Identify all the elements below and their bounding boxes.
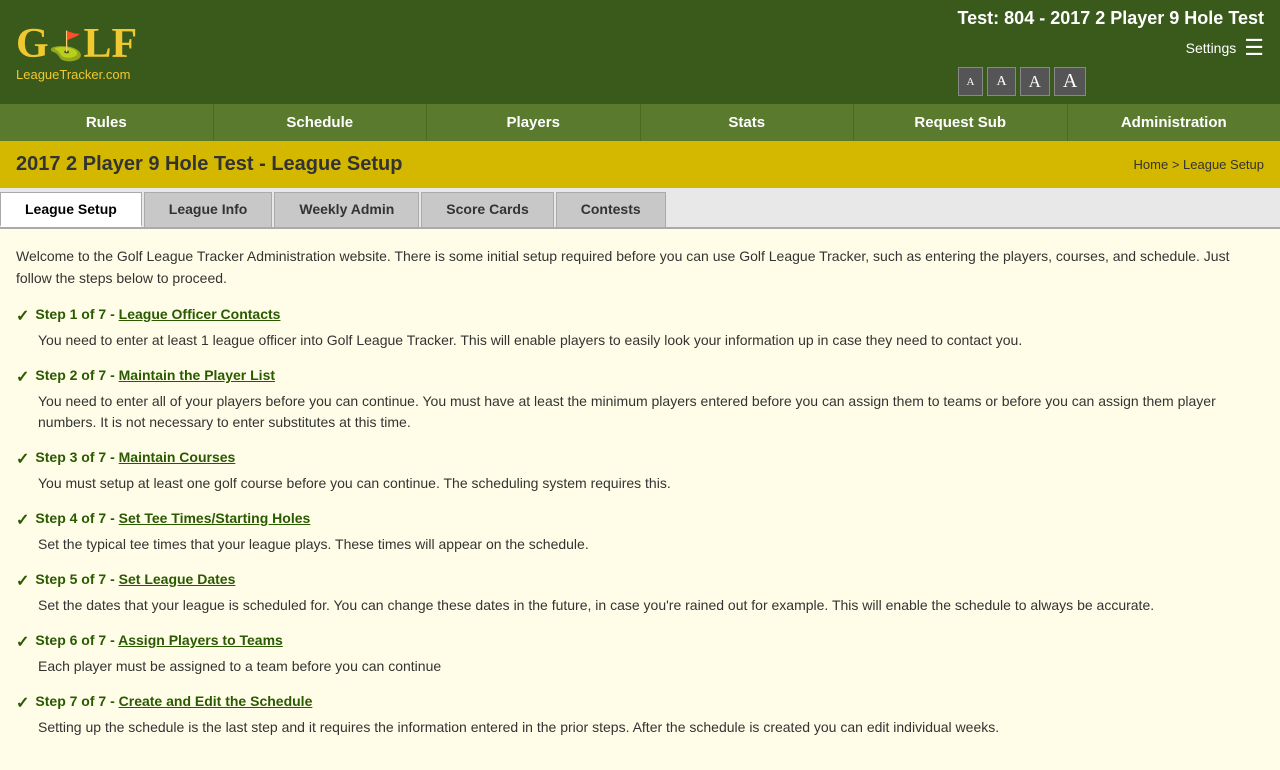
- nav-administration[interactable]: Administration: [1068, 104, 1280, 141]
- logo-sub: LeagueTracker.com: [16, 67, 137, 82]
- step-5-link[interactable]: Set League Dates: [119, 571, 236, 587]
- step-1-label: Step 1 of 7 - League Officer Contacts: [35, 306, 280, 322]
- step-6-desc: Each player must be assigned to a team b…: [38, 656, 1264, 677]
- step-1-checkmark: ✓: [16, 306, 29, 326]
- step-4-desc: Set the typical tee times that your leag…: [38, 534, 1264, 555]
- step-7-checkmark: ✓: [16, 693, 29, 713]
- step-7-title: ✓ Step 7 of 7 - Create and Edit the Sche…: [16, 693, 1264, 713]
- step-2-link[interactable]: Maintain the Player List: [119, 367, 275, 383]
- step-1-desc: You need to enter at least 1 league offi…: [38, 330, 1264, 351]
- font-small-button[interactable]: A: [958, 67, 984, 96]
- tab-contests[interactable]: Contests: [556, 192, 666, 227]
- step-3-label: Step 3 of 7 - Maintain Courses: [35, 449, 235, 465]
- intro-text: Welcome to the Golf League Tracker Admin…: [16, 245, 1264, 290]
- header: G⛳LF LeagueTracker.com Test: 804 - 2017 …: [0, 0, 1280, 104]
- page-title: 2017 2 Player 9 Hole Test - League Setup: [16, 153, 402, 176]
- nav-request-sub[interactable]: Request Sub: [854, 104, 1068, 141]
- step-6-title: ✓ Step 6 of 7 - Assign Players to Teams: [16, 632, 1264, 652]
- step-5-desc: Set the dates that your league is schedu…: [38, 595, 1264, 616]
- step-3-title: ✓ Step 3 of 7 - Maintain Courses: [16, 449, 1264, 469]
- breadcrumb-home[interactable]: Home: [1134, 157, 1169, 172]
- font-medium-small-button[interactable]: A: [987, 67, 1015, 96]
- hamburger-icon[interactable]: ☰: [1244, 35, 1264, 61]
- tab-weekly-admin[interactable]: Weekly Admin: [274, 192, 419, 227]
- font-medium-large-button[interactable]: A: [1020, 67, 1050, 96]
- step-4-label: Step 4 of 7 - Set Tee Times/Starting Hol…: [35, 510, 310, 526]
- step-4-checkmark: ✓: [16, 510, 29, 530]
- test-title: Test: 804 - 2017 2 Player 9 Hole Test: [958, 8, 1265, 29]
- step-7-desc: Setting up the schedule is the last step…: [38, 717, 1264, 738]
- step-5: ✓ Step 5 of 7 - Set League Dates Set the…: [16, 571, 1264, 616]
- step-1: ✓ Step 1 of 7 - League Officer Contacts …: [16, 306, 1264, 351]
- step-5-title: ✓ Step 5 of 7 - Set League Dates: [16, 571, 1264, 591]
- settings-area: Settings ☰: [958, 35, 1265, 61]
- tab-league-info[interactable]: League Info: [144, 192, 273, 227]
- font-large-button[interactable]: A: [1054, 67, 1086, 96]
- step-7-link[interactable]: Create and Edit the Schedule: [119, 693, 313, 709]
- tab-score-cards[interactable]: Score Cards: [421, 192, 553, 227]
- header-right: Test: 804 - 2017 2 Player 9 Hole Test Se…: [958, 8, 1265, 96]
- step-4-link[interactable]: Set Tee Times/Starting Holes: [119, 510, 311, 526]
- logo: G⛳LF: [16, 23, 137, 65]
- tabs: League Setup League Info Weekly Admin Sc…: [0, 188, 1280, 229]
- step-5-label: Step 5 of 7 - Set League Dates: [35, 571, 235, 587]
- step-5-checkmark: ✓: [16, 571, 29, 591]
- step-3-link[interactable]: Maintain Courses: [119, 449, 236, 465]
- step-1-title: ✓ Step 1 of 7 - League Officer Contacts: [16, 306, 1264, 326]
- step-1-link[interactable]: League Officer Contacts: [119, 306, 281, 322]
- breadcrumb-separator: >: [1172, 157, 1183, 172]
- breadcrumb: Home > League Setup: [1134, 157, 1265, 172]
- content: Welcome to the Golf League Tracker Admin…: [0, 229, 1280, 770]
- step-6-checkmark: ✓: [16, 632, 29, 652]
- step-2: ✓ Step 2 of 7 - Maintain the Player List…: [16, 367, 1264, 433]
- main-nav: Rules Schedule Players Stats Request Sub…: [0, 104, 1280, 141]
- step-6-link[interactable]: Assign Players to Teams: [118, 632, 283, 648]
- settings-label: Settings: [1186, 40, 1237, 56]
- step-7-label: Step 7 of 7 - Create and Edit the Schedu…: [35, 693, 312, 709]
- step-2-label: Step 2 of 7 - Maintain the Player List: [35, 367, 275, 383]
- step-4-title: ✓ Step 4 of 7 - Set Tee Times/Starting H…: [16, 510, 1264, 530]
- step-3-desc: You must setup at least one golf course …: [38, 473, 1264, 494]
- font-buttons: A A A A: [958, 67, 1265, 96]
- nav-stats[interactable]: Stats: [641, 104, 855, 141]
- nav-players[interactable]: Players: [427, 104, 641, 141]
- logo-area: G⛳LF LeagueTracker.com: [16, 23, 137, 82]
- step-2-checkmark: ✓: [16, 367, 29, 387]
- breadcrumb-current: League Setup: [1183, 157, 1264, 172]
- step-4: ✓ Step 4 of 7 - Set Tee Times/Starting H…: [16, 510, 1264, 555]
- tab-league-setup[interactable]: League Setup: [0, 192, 142, 227]
- step-3: ✓ Step 3 of 7 - Maintain Courses You mus…: [16, 449, 1264, 494]
- step-7: ✓ Step 7 of 7 - Create and Edit the Sche…: [16, 693, 1264, 738]
- step-6: ✓ Step 6 of 7 - Assign Players to Teams …: [16, 632, 1264, 677]
- step-2-desc: You need to enter all of your players be…: [38, 391, 1264, 433]
- page-title-bar: 2017 2 Player 9 Hole Test - League Setup…: [0, 141, 1280, 188]
- step-2-title: ✓ Step 2 of 7 - Maintain the Player List: [16, 367, 1264, 387]
- nav-rules[interactable]: Rules: [0, 104, 214, 141]
- step-6-label: Step 6 of 7 - Assign Players to Teams: [35, 632, 282, 648]
- nav-schedule[interactable]: Schedule: [214, 104, 428, 141]
- step-3-checkmark: ✓: [16, 449, 29, 469]
